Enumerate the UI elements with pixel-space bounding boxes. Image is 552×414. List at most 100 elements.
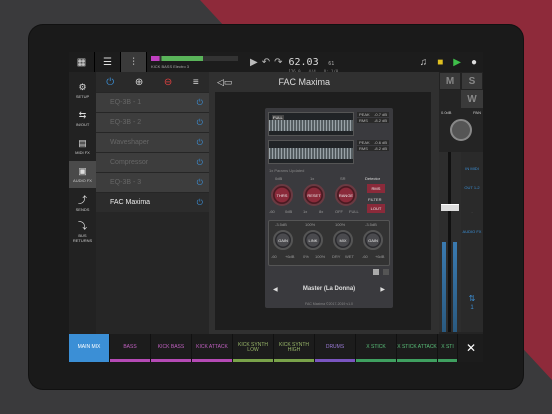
power-icon[interactable]: ⏻ bbox=[197, 98, 203, 108]
track-label: MAIN MIX bbox=[77, 344, 101, 351]
volume-fader[interactable] bbox=[439, 152, 461, 332]
prev-preset-icon[interactable]: ◀ bbox=[273, 286, 278, 293]
output-gain-knob[interactable]: GAIN bbox=[363, 230, 383, 250]
waveform-display: FULL bbox=[268, 112, 354, 136]
sidebar-item-midi-fx[interactable]: ▤ MIDI FX bbox=[69, 133, 96, 160]
knob-value: -3.5dB bbox=[275, 222, 287, 227]
next-preset-icon[interactable]: ▶ bbox=[380, 286, 385, 293]
readout-value: -8.2 dB bbox=[374, 146, 387, 151]
fx-item-selected[interactable]: FAC Maxima ⏻ bbox=[96, 193, 209, 212]
route-out[interactable]: OUT 1-2 bbox=[461, 185, 483, 190]
record-button[interactable]: ● bbox=[471, 57, 477, 68]
fx-item[interactable]: EQ-3B - 2 ⏻ bbox=[96, 113, 209, 132]
mix-knob[interactable]: MIX bbox=[333, 230, 353, 250]
knob-min: -60 bbox=[362, 254, 368, 259]
knob-min: DRY bbox=[332, 254, 341, 259]
fx-item[interactable]: Compressor ⏻ bbox=[96, 153, 209, 172]
range-knob[interactable]: RANGE bbox=[335, 184, 357, 206]
sidebar-item-audio-fx[interactable]: ▣ AUDIO FX bbox=[69, 161, 96, 188]
time-value: 62.03 bbox=[288, 57, 319, 68]
level-meter-left bbox=[442, 242, 446, 332]
power-icon[interactable]: ⏻ bbox=[106, 77, 114, 88]
power-icon[interactable]: ⏻ bbox=[197, 198, 203, 208]
fader-handle[interactable] bbox=[441, 204, 459, 211]
sends-icon: ⤴ bbox=[77, 195, 87, 205]
metronome-icon[interactable]: ♫ bbox=[420, 57, 428, 68]
fx-item[interactable]: EQ-3B - 1 ⏻ bbox=[96, 93, 209, 112]
track-tab[interactable]: X STICK ATTACK bbox=[397, 334, 438, 362]
current-track-meter[interactable]: KICK BASS Electro 3 bbox=[147, 52, 242, 72]
menu-icon[interactable]: ≡ bbox=[193, 77, 199, 88]
routing-column: IN MIDI OUT 1-2 · AUDIO FX ⇅ 1 bbox=[461, 152, 483, 332]
fx-item[interactable]: EQ-3B - 3 ⏻ bbox=[96, 173, 209, 192]
small-toggle[interactable] bbox=[383, 269, 389, 275]
detector-rms-button[interactable]: RMS bbox=[367, 184, 385, 193]
fx-item[interactable]: Waveshaper ⏻ bbox=[96, 133, 209, 152]
time-display[interactable]: 62.03 61 126.0 4/4 Q: 1/8 bbox=[288, 52, 358, 74]
track-tab[interactable]: X STI bbox=[438, 334, 458, 362]
play-small-icon[interactable]: ▶ bbox=[250, 57, 258, 68]
preset-name[interactable]: Master (La Donna) bbox=[303, 286, 355, 292]
close-icon[interactable]: ✕ bbox=[459, 334, 483, 362]
track-tab[interactable]: X STICK bbox=[356, 334, 397, 362]
knob-min: 1x bbox=[303, 209, 308, 214]
route-audio-fx[interactable]: AUDIO FX bbox=[461, 229, 483, 234]
readout-key: RMS bbox=[359, 118, 368, 123]
track-bar: MAIN MIX BASS KICK BASS KICK ATTACK KICK… bbox=[69, 334, 483, 362]
knob-min: -60 bbox=[269, 209, 275, 214]
track-main-mix[interactable]: MAIN MIX bbox=[69, 334, 110, 362]
input-gain-knob[interactable]: GAIN bbox=[273, 230, 293, 250]
status-text: 1x Params Updated bbox=[269, 168, 305, 173]
gain-value: 0.0dB bbox=[441, 110, 452, 115]
track-tab[interactable]: KICK SYNTH LOW bbox=[233, 334, 274, 362]
plugin-area: ◁▭ FAC Maxima FULL PEAK -0.7 dB RMS -8.2 d… bbox=[209, 72, 439, 334]
route-in[interactable]: IN MIDI bbox=[461, 166, 483, 171]
add-icon[interactable]: ⊕ bbox=[135, 77, 143, 88]
track-tab[interactable]: DRUMS bbox=[315, 334, 356, 362]
track-name: KICK BASS Electro 3 bbox=[151, 64, 190, 69]
knob-label: RESET bbox=[307, 192, 321, 198]
remove-icon[interactable]: ⊖ bbox=[164, 77, 172, 88]
knob-label: GAIN bbox=[278, 237, 288, 243]
routing-icon[interactable]: ⇅ bbox=[461, 294, 483, 303]
filter-lout-button[interactable]: LOUT bbox=[367, 204, 385, 213]
mixer-icon: ⫶ bbox=[132, 56, 135, 68]
fx-item-label: Waveshaper bbox=[110, 139, 150, 146]
knob-value: 1x bbox=[310, 176, 315, 181]
mixer-view-button[interactable]: ⫶ bbox=[121, 52, 147, 72]
knob-max: 0dB bbox=[285, 209, 293, 214]
reset-knob[interactable]: RESET bbox=[303, 184, 325, 206]
sidebar-item-inout[interactable]: ⇆ IN/OUT bbox=[69, 105, 96, 132]
track-tab[interactable]: KICK ATTACK bbox=[192, 334, 233, 362]
knob-label: LINK bbox=[308, 237, 318, 243]
track-label: X STICK bbox=[366, 344, 386, 351]
list-view-button[interactable]: ☰ bbox=[95, 52, 121, 72]
filter-label: FILTER bbox=[368, 197, 382, 202]
w-button[interactable]: W bbox=[461, 90, 483, 108]
knob-label: GAIN bbox=[368, 237, 378, 243]
solo-button[interactable]: S bbox=[461, 72, 483, 90]
sidebar-item-sends[interactable]: ⤴ SENDS bbox=[69, 189, 96, 216]
pan-knob[interactable] bbox=[450, 119, 472, 141]
track-tab[interactable]: KICK SYNTH HIGH bbox=[274, 334, 315, 362]
track-tab[interactable]: BASS bbox=[110, 334, 151, 362]
collapse-icon[interactable]: ◁▭ bbox=[217, 77, 232, 88]
power-icon[interactable]: ⏻ bbox=[197, 178, 203, 188]
stop-button[interactable]: ■ bbox=[437, 57, 443, 68]
track-tab[interactable]: KICK BASS bbox=[151, 334, 192, 362]
clips-view-button[interactable]: ▦ bbox=[69, 52, 95, 72]
small-toggle[interactable] bbox=[373, 269, 379, 275]
power-icon[interactable]: ⏻ bbox=[197, 138, 203, 148]
power-icon[interactable]: ⏻ bbox=[197, 158, 203, 168]
peak-label[interactable]: FULL bbox=[272, 115, 284, 120]
thrs-knob[interactable]: THRS bbox=[271, 184, 293, 206]
undo-icon[interactable]: ↶ bbox=[262, 57, 270, 68]
knob-min: -60 bbox=[271, 254, 277, 259]
sidebar-item-setup[interactable]: ⚙ SETUP bbox=[69, 77, 96, 104]
redo-icon[interactable]: ↷ bbox=[274, 57, 282, 68]
mute-button[interactable]: M bbox=[439, 72, 461, 90]
sidebar-item-returns[interactable]: ⤵ BUS RETURNS bbox=[69, 217, 96, 244]
link-knob[interactable]: LINK bbox=[303, 230, 323, 250]
power-icon[interactable]: ⏻ bbox=[197, 118, 203, 128]
play-button[interactable]: ▶ bbox=[453, 57, 461, 68]
